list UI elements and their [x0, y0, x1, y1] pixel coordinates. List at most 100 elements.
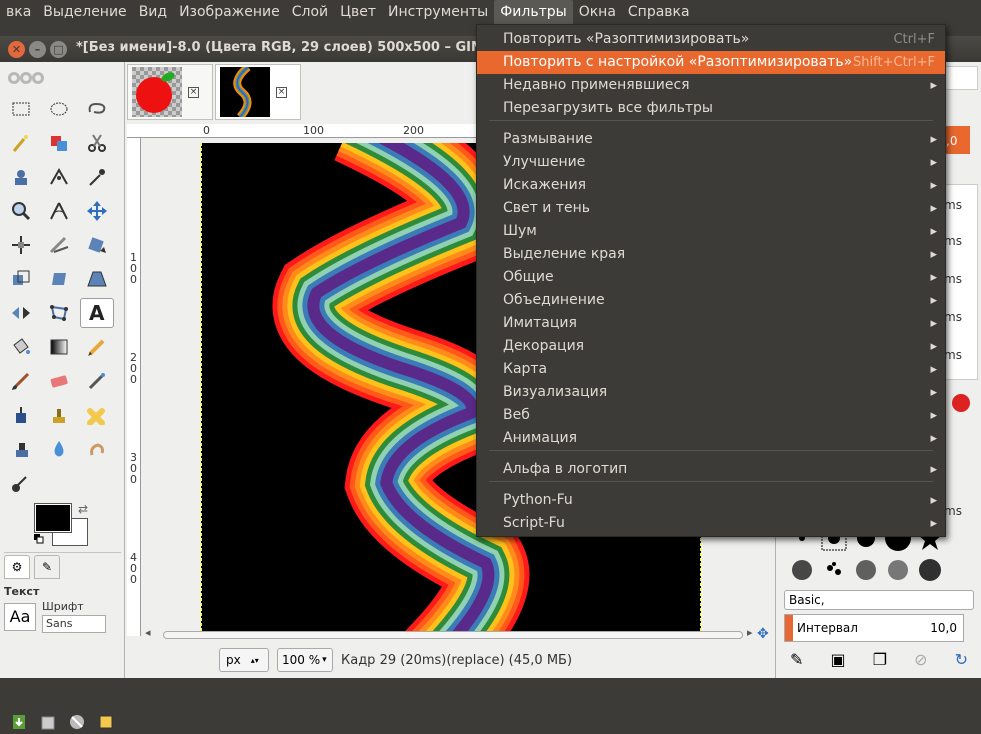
apple-image-tab[interactable]: × [127, 64, 213, 120]
close-window-button[interactable]: ✕ [8, 41, 25, 58]
font-input[interactable]: Sans [42, 615, 106, 633]
filters-menu-item[interactable]: Шум ▸ [477, 220, 945, 243]
smudge-icon[interactable] [80, 434, 114, 464]
filters-menu-item[interactable]: Карта ▸ [477, 358, 945, 381]
filters-menu-item[interactable]: Размывание ▸ [477, 128, 945, 151]
brush-thumb[interactable] [914, 554, 946, 586]
filters-menu-item[interactable]: Script-Fu ▸ [477, 512, 945, 535]
filters-menu-item[interactable]: Имитация ▸ [477, 312, 945, 335]
move-icon[interactable] [80, 196, 114, 226]
filters-menu-item[interactable]: Альфа в логотип ▸ [477, 458, 945, 481]
menu-edit[interactable]: вка [0, 0, 37, 24]
reset-colors-icon[interactable] [34, 534, 44, 544]
filters-menu-item[interactable]: Улучшение ▸ [477, 151, 945, 174]
airbrush-icon[interactable] [80, 366, 114, 396]
font-preview-button[interactable]: Aa [4, 602, 36, 631]
perspective-icon[interactable] [80, 264, 114, 294]
align-icon[interactable] [4, 230, 38, 260]
scale-icon[interactable] [4, 264, 38, 294]
swap-colors-icon[interactable]: ⇄ [78, 502, 88, 516]
filters-menu-item[interactable]: Выделение края ▸ [477, 243, 945, 266]
delete-layer-icon[interactable] [952, 394, 970, 412]
filters-menu-item[interactable]: Искажения ▸ [477, 174, 945, 197]
dodge-burn-icon[interactable] [4, 468, 38, 498]
horizontal-scrollbar[interactable]: ◂ ▸ [141, 626, 755, 640]
menu-select[interactable]: Выделение [37, 0, 132, 24]
filters-menu-item[interactable]: Недавно применявшиеся ▸ [477, 74, 945, 97]
tool-options-tab[interactable]: ⚙ [4, 555, 30, 579]
filters-menu-item[interactable]: Визуализация ▸ [477, 381, 945, 404]
gradient-icon[interactable] [42, 332, 76, 362]
filters-menu-item[interactable]: Декорация ▸ [477, 335, 945, 358]
clone-icon[interactable] [42, 400, 76, 430]
brush-thumb[interactable] [786, 554, 818, 586]
perspective-clone-icon[interactable] [4, 434, 38, 464]
crop-icon[interactable] [42, 230, 76, 260]
shear-icon[interactable] [42, 264, 76, 294]
paintbrush-icon[interactable] [4, 366, 38, 396]
filters-menu-item[interactable]: Повторить «Разоптимизировать» Ctrl+F [477, 28, 945, 51]
brush-thumb[interactable] [882, 554, 914, 586]
eraser-icon[interactable] [42, 366, 76, 396]
lasso-icon[interactable] [80, 94, 114, 124]
rect-select-icon[interactable] [4, 94, 38, 124]
filters-menu-item[interactable]: Свет и тень ▸ [477, 197, 945, 220]
menu-view[interactable]: Вид [133, 0, 173, 24]
save-options-icon[interactable] [10, 713, 28, 731]
filters-menu-item[interactable]: Общие ▸ [477, 266, 945, 289]
brush-thumb[interactable] [850, 554, 882, 586]
brush-name-field[interactable]: Basic, [784, 590, 974, 610]
pencil-icon[interactable] [80, 332, 114, 362]
foreground-select-icon[interactable] [4, 162, 38, 192]
filters-menu-item[interactable]: Перезагрузить все фильтры [477, 97, 945, 120]
scrollbar-track[interactable] [163, 631, 743, 639]
maximize-window-button[interactable]: □ [50, 41, 67, 58]
menu-image[interactable]: Изображение [173, 0, 286, 24]
measure-icon[interactable] [42, 196, 76, 226]
color-picker-icon[interactable] [80, 162, 114, 192]
paths-icon[interactable] [42, 162, 76, 192]
scroll-left-icon[interactable]: ◂ [145, 626, 151, 639]
zoom-select[interactable]: 100 % ▾ [277, 648, 333, 672]
select-by-color-icon[interactable] [42, 128, 76, 158]
filters-menu-item[interactable]: Веб ▸ [477, 404, 945, 427]
filters-menu-item[interactable]: Python-Fu ▸ [477, 489, 945, 512]
device-status-tab[interactable]: ✎ [34, 555, 60, 579]
menu-layer[interactable]: Слой [286, 0, 334, 24]
flip-icon[interactable] [4, 298, 38, 328]
menu-color[interactable]: Цвет [334, 0, 382, 24]
ellipse-select-icon[interactable] [42, 94, 76, 124]
reset-options-icon[interactable] [97, 713, 115, 731]
menu-filters[interactable]: Фильтры [494, 0, 573, 24]
close-tab-icon[interactable]: × [276, 86, 287, 98]
new-brush-icon[interactable]: ▣ [830, 650, 845, 669]
filters-menu-item[interactable]: Анимация ▸ [477, 427, 945, 450]
refresh-brushes-icon[interactable]: ↻ [955, 650, 968, 669]
scissors-icon[interactable] [80, 128, 114, 158]
blur-icon[interactable] [42, 434, 76, 464]
minimize-window-button[interactable]: – [29, 41, 46, 58]
rainbow-image-tab[interactable]: × [215, 64, 301, 120]
scroll-right-icon[interactable]: ▸ [747, 626, 753, 639]
cage-transform-icon[interactable] [42, 298, 76, 328]
menu-help[interactable]: Справка [622, 0, 696, 24]
filters-menu-item[interactable]: Объединение ▸ [477, 289, 945, 312]
rotate-icon[interactable] [80, 230, 114, 260]
filters-menu-item[interactable]: Повторить с настройкой «Разоптимизироват… [477, 51, 945, 74]
edit-brush-icon[interactable]: ✎ [790, 650, 803, 669]
brush-thumb[interactable] [818, 554, 850, 586]
zoom-icon[interactable] [4, 196, 38, 226]
foreground-color-swatch[interactable] [34, 503, 72, 533]
delete-brush-icon[interactable]: ⊘ [914, 650, 927, 669]
heal-icon[interactable] [80, 400, 114, 430]
unit-select[interactable]: px ▴▾ [219, 648, 269, 672]
menu-windows[interactable]: Окна [573, 0, 622, 24]
navigate-icon[interactable]: ✥ [757, 626, 769, 642]
duplicate-brush-icon[interactable]: ❐ [873, 650, 887, 669]
delete-options-icon[interactable] [68, 713, 86, 731]
restore-options-icon[interactable] [39, 713, 57, 731]
menu-tools[interactable]: Инструменты [382, 0, 494, 24]
text-tool-icon[interactable]: A [80, 298, 114, 328]
fuzzy-select-icon[interactable] [4, 128, 38, 158]
ink-icon[interactable] [4, 400, 38, 430]
